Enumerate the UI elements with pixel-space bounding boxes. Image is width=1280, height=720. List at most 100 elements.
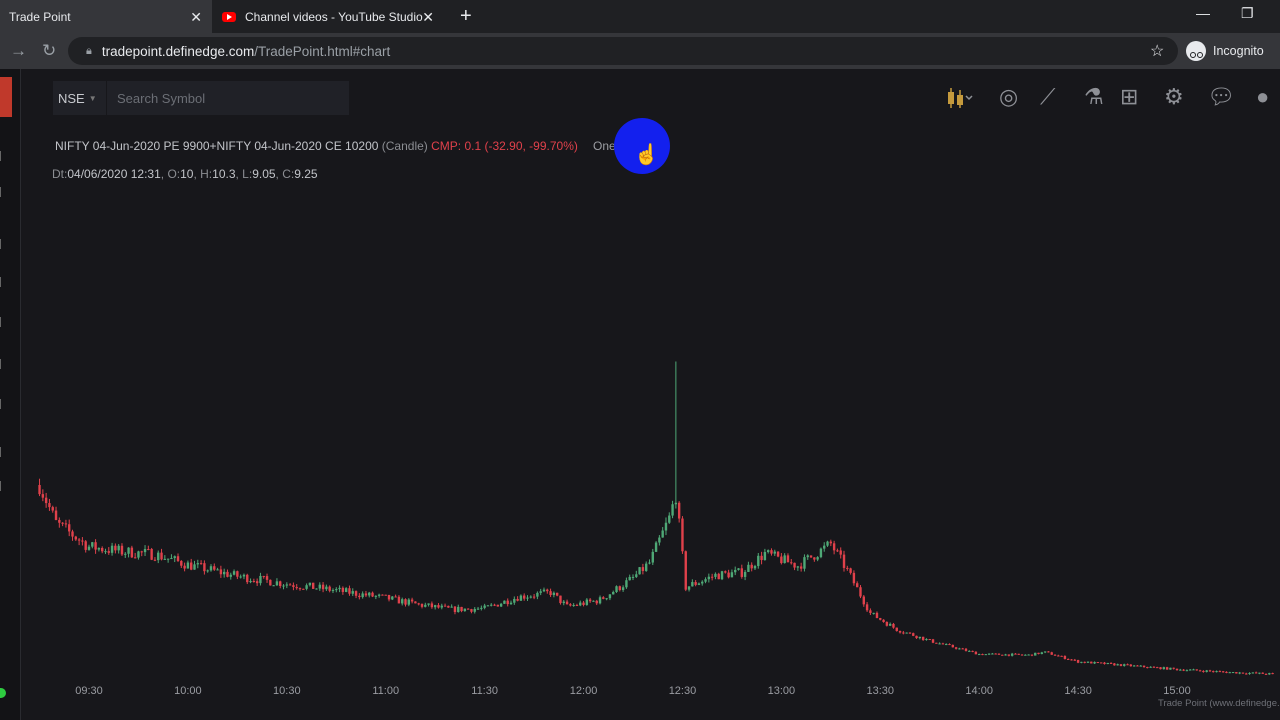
candle-body [668,515,671,523]
forward-icon[interactable]: → [10,41,27,61]
candle-body [259,575,262,584]
close-tab-icon[interactable]: ✕ [190,9,202,26]
candle-body [724,571,727,573]
candle-body [279,581,282,587]
candle-body [790,562,793,564]
candle-body [608,594,612,599]
x-tick-label: 13:00 [768,685,796,697]
candle-body [826,541,829,546]
chat-help-icon[interactable]: 💬︎ [1207,85,1235,109]
candle-body [209,566,213,571]
hand-cursor-icon: ☝ [634,144,659,166]
candle-body [163,558,167,560]
candlestick-icon[interactable] [947,87,973,109]
candle-body [1142,665,1146,668]
layout-grid-icon[interactable]: ⊞ [1120,85,1138,109]
measure-tool-icon[interactable] [0,447,11,457]
candle-body [176,556,180,561]
magnet-tool-icon[interactable] [0,481,11,491]
candle-body [882,619,885,622]
tab-trade-point[interactable]: Trade Point ✕ [0,0,212,33]
x-tick-label: 11:00 [372,685,399,697]
candle-body [302,588,305,590]
candle-body [638,567,641,575]
candle-body [674,502,678,505]
candle-body [440,605,443,608]
candle-body [61,522,64,524]
candle-body [565,601,569,605]
candle-body [605,598,608,600]
candle-body [615,586,618,592]
candle-body [1251,672,1255,674]
candle-body [1073,659,1077,661]
pen-tool-icon[interactable] [0,317,11,327]
new-tab-icon[interactable]: + [460,5,472,28]
candle-body [598,597,602,604]
triangle-tool-icon[interactable] [0,239,11,249]
candle-body [1024,654,1027,656]
cursor-tool-icon[interactable] [0,151,11,161]
candle-body [275,581,279,586]
candle-body [348,588,351,594]
fib-tool-icon[interactable] [0,359,11,369]
candle-body [1156,667,1159,669]
candle-body [331,590,335,592]
candle-body [364,593,368,596]
rectangle-tool-icon[interactable] [0,187,11,197]
candle-body [1063,656,1067,659]
app-logo[interactable] [0,77,12,117]
candle-body [846,567,849,569]
candle-body [285,584,289,586]
address-bar[interactable]: 🔒︎ tradepoint.definedge.com /TradePoint.… [68,37,1178,65]
incognito-indicator[interactable]: Incognito [1186,41,1264,61]
candle-body [1050,652,1053,655]
candle-body [341,587,345,592]
candle-body [213,566,216,570]
x-tick-label: 11:30 [471,685,498,697]
candle-body [358,595,361,598]
candle-body [856,583,859,588]
indicator-icon[interactable]: ◎ [999,85,1018,109]
restore-icon[interactable]: ❐ [1241,5,1254,22]
symbol-search-input[interactable]: Search Symbol [107,81,349,115]
user-icon[interactable]: ● [1256,85,1269,109]
candle-body [470,609,473,612]
candle-body [720,571,724,580]
candle-body [414,601,417,604]
candle-body [852,572,856,584]
minimize-icon[interactable]: — [1196,5,1210,21]
candle-body [288,584,292,586]
candle-body [579,602,582,606]
bookmark-star-icon[interactable]: ☆ [1150,41,1164,61]
candle-body [381,594,384,596]
candle-body [1241,672,1245,674]
chart-title: NIFTY 04-Jun-2020 PE 9900+NIFTY 04-Jun-2… [55,139,578,153]
candle-body [1096,662,1100,664]
settings-icon[interactable]: ⚙ [1164,85,1184,109]
candle-body [384,594,387,596]
trendline-tool-icon[interactable] [0,277,11,287]
candle-body [68,524,71,532]
tab-youtube-studio[interactable]: Channel videos - YouTube Studio ✕ [212,0,444,33]
candle-body [954,647,958,649]
exchange-value: NSE [58,90,85,106]
candle-body [447,605,450,608]
text-tool-icon[interactable] [0,399,11,409]
drawing-icon[interactable]: ⟋ [1040,85,1055,109]
symbol-name: NIFTY 04-Jun-2020 PE 9900+NIFTY 04-Jun-2… [55,139,379,153]
candle-body [232,571,236,575]
exchange-select[interactable]: NSE ▼ [53,81,106,115]
candle-body [463,608,467,612]
candle-body [730,572,734,578]
candle-body [1093,662,1096,664]
candle-body [1070,659,1073,661]
candle-body [1001,654,1004,656]
candle-body [81,540,84,542]
candle-body [948,644,951,646]
flask-icon[interactable]: ⚗ [1084,85,1104,109]
price-chart[interactable]: 09:30 10:00 10:30 11:00 11:30 12:00 12:30 13:00… [20,190,1280,710]
candle-body [836,550,839,552]
reload-icon[interactable]: ↻ [42,41,56,61]
close-tab-icon[interactable]: ✕ [422,9,434,26]
candle-body [585,599,589,605]
